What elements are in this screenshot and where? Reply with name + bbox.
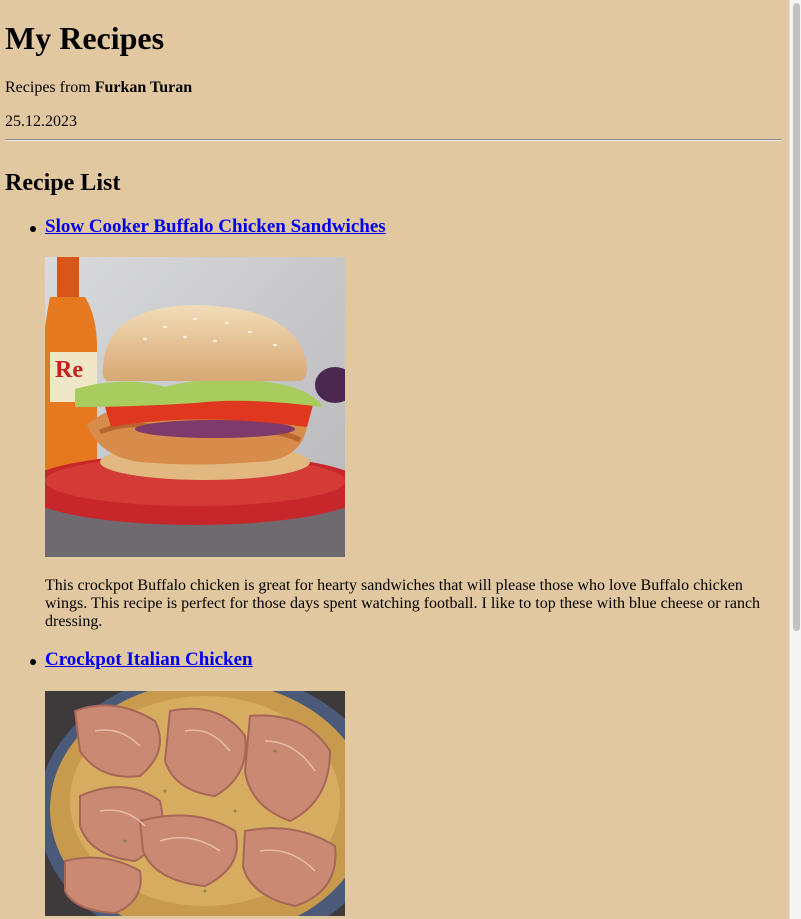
author-prefix: Recipes from [5, 79, 95, 96]
divider [5, 139, 781, 141]
page-title: My Recipes [5, 20, 165, 56]
recipe-link[interactable]: Slow Cooker Buffalo Chicken Sandwiches [45, 216, 386, 238]
author-name: Furkan Turan [94, 79, 193, 96]
bullet-icon [30, 226, 36, 232]
scrollbar-thumb[interactable] [793, 3, 800, 631]
italian-chicken-image [45, 691, 345, 916]
bullet-icon [30, 659, 36, 665]
buffalo-chicken-sandwich-image: Re [45, 257, 345, 557]
publish-date: 25.12.2023 [5, 113, 77, 130]
recipe-link[interactable]: Crockpot Italian Chicken [45, 649, 253, 671]
recipe-image[interactable] [45, 691, 345, 916]
author-line: Recipes from Furkan Turan [5, 78, 192, 98]
recipe-description: This crockpot Buffalo chicken is great f… [45, 577, 761, 630]
recipe-list-title: Recipe List [5, 170, 121, 196]
bottle-label: Re [55, 357, 83, 383]
recipe-image[interactable]: Re [45, 257, 345, 557]
page-scrollbar[interactable] [789, 0, 801, 919]
